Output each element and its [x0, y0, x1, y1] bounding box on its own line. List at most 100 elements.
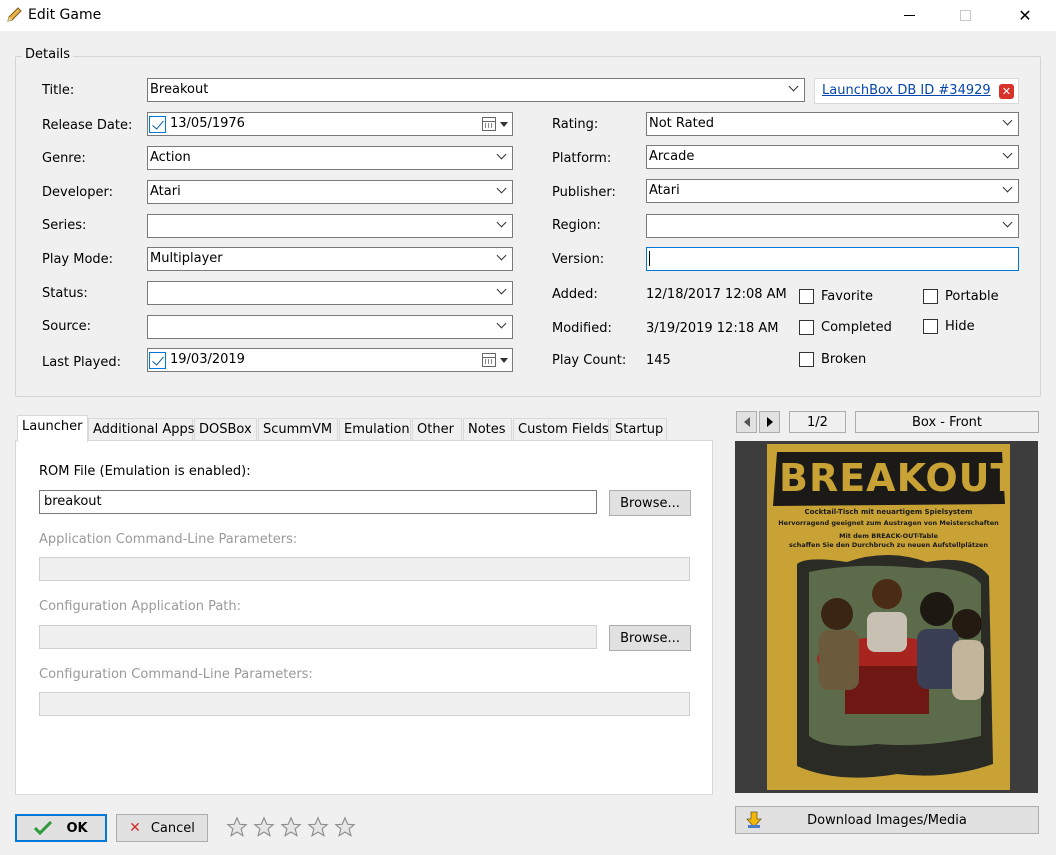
platform-combo[interactable]: Arcade: [646, 145, 1019, 169]
chevron-down-icon[interactable]: [498, 185, 506, 193]
rom-file-value: breakout: [44, 494, 102, 509]
completed-label: Completed: [821, 320, 892, 335]
window-title: Edit Game: [28, 7, 102, 23]
star-icon[interactable]: [307, 816, 329, 838]
chevron-down-icon[interactable]: [1004, 184, 1012, 192]
last-played-checkbox[interactable]: [149, 352, 166, 369]
added-label: Added:: [552, 287, 598, 302]
status-combo[interactable]: [147, 281, 513, 305]
tab-startup[interactable]: Startup: [610, 418, 667, 441]
tab-dosbox[interactable]: DOSBox: [194, 418, 257, 441]
favorite-checkbox[interactable]: [799, 289, 814, 304]
launchbox-db-link[interactable]: LaunchBox DB ID #34929: [822, 83, 991, 98]
series-combo[interactable]: [147, 214, 513, 238]
close-icon: ✕: [1018, 6, 1032, 25]
next-image-button[interactable]: [759, 411, 780, 433]
previous-image-button[interactable]: [736, 411, 757, 433]
chevron-down-icon[interactable]: [790, 83, 798, 91]
release-date-checkbox[interactable]: [149, 116, 166, 133]
developer-value: Atari: [150, 184, 181, 199]
config-cmdline-label: Configuration Command-Line Parameters:: [39, 667, 313, 682]
cancel-button[interactable]: ✕ Cancel: [116, 814, 208, 842]
rating-combo[interactable]: Not Rated: [646, 112, 1019, 136]
tab-launcher[interactable]: Launcher: [17, 415, 88, 442]
play-mode-combo[interactable]: Multiplayer: [147, 247, 513, 271]
genre-value: Action: [150, 150, 191, 165]
release-date-picker[interactable]: 13/05/1976: [147, 112, 513, 136]
star-icon[interactable]: [253, 816, 275, 838]
poster-line-4: schaffen Sie den Durchbruch zu neuen Auf…: [789, 541, 988, 549]
tab-emulation[interactable]: Emulation: [339, 418, 411, 441]
last-played-picker[interactable]: 19/03/2019: [147, 348, 513, 372]
dropdown-arrow-icon[interactable]: [500, 358, 508, 363]
title-combo[interactable]: Breakout: [147, 78, 805, 102]
platform-label: Platform:: [552, 151, 612, 166]
tab-other[interactable]: Other: [412, 418, 462, 441]
series-label: Series:: [42, 218, 87, 233]
chevron-down-icon[interactable]: [498, 252, 506, 260]
play-count-label: Play Count:: [552, 353, 627, 368]
broken-label: Broken: [821, 352, 867, 367]
play-mode-value: Multiplayer: [150, 251, 223, 266]
checkmark-icon: [34, 821, 53, 835]
tab-custom-fields[interactable]: Custom Fields: [513, 418, 609, 441]
star-icon[interactable]: [334, 816, 356, 838]
cancel-x-icon: ✕: [129, 820, 141, 836]
ok-label: OK: [66, 820, 88, 836]
poster-line-2: Hervorragend geeignet zum Austragen von …: [778, 519, 999, 527]
calendar-icon[interactable]: [482, 117, 496, 131]
maximize-button[interactable]: [942, 0, 988, 31]
title-value: Breakout: [150, 82, 209, 97]
minimize-button[interactable]: [886, 0, 932, 31]
download-label: Download Images/Media: [807, 812, 967, 828]
calendar-icon[interactable]: [482, 353, 496, 367]
chevron-down-icon[interactable]: [498, 219, 506, 227]
config-cmdline-input[interactable]: [39, 692, 690, 716]
region-combo[interactable]: [646, 214, 1019, 238]
developer-combo[interactable]: Atari: [147, 180, 513, 204]
text-cursor: [649, 251, 650, 266]
portable-checkbox[interactable]: [923, 289, 938, 304]
chevron-down-icon[interactable]: [1004, 219, 1012, 227]
poster-line-3: Mit dem BREACK-OUT-Table: [839, 532, 938, 540]
publisher-label: Publisher:: [552, 185, 616, 200]
region-label: Region:: [552, 218, 601, 233]
genre-combo[interactable]: Action: [147, 146, 513, 170]
publisher-combo[interactable]: Atari: [646, 179, 1019, 203]
dropdown-arrow-icon[interactable]: [500, 122, 508, 127]
details-legend: Details: [22, 47, 74, 62]
star-icon[interactable]: [226, 816, 248, 838]
rom-file-input[interactable]: breakout: [39, 490, 597, 514]
tab-additional-apps[interactable]: Additional Apps: [88, 418, 195, 441]
maximize-icon: [959, 10, 971, 21]
star-icon[interactable]: [280, 816, 302, 838]
tab-notes[interactable]: Notes: [463, 418, 512, 441]
last-played-label: Last Played:: [42, 355, 121, 370]
tab-scummvm[interactable]: ScummVM: [258, 418, 338, 441]
browse-config-button[interactable]: Browse...: [609, 625, 691, 651]
remove-link-icon[interactable]: ✕: [999, 84, 1014, 99]
cancel-label: Cancel: [150, 820, 195, 836]
browse-rom-button[interactable]: Browse...: [609, 490, 691, 516]
chevron-down-icon[interactable]: [1004, 150, 1012, 158]
cmdline-input[interactable]: [39, 557, 690, 581]
genre-label: Genre:: [42, 151, 86, 166]
source-combo[interactable]: [147, 315, 513, 339]
release-date-value: 13/05/1976: [170, 116, 245, 131]
rom-file-label: ROM File (Emulation is enabled):: [39, 464, 251, 479]
broken-checkbox[interactable]: [799, 352, 814, 367]
poster-line-1: Cocktail-Tisch mit neuartigem Spielsyste…: [804, 508, 973, 516]
hide-checkbox[interactable]: [923, 319, 938, 334]
download-media-button[interactable]: Download Images/Media: [735, 806, 1039, 834]
chevron-down-icon[interactable]: [498, 286, 506, 294]
config-path-input[interactable]: [39, 625, 597, 649]
chevron-down-icon[interactable]: [498, 320, 506, 328]
close-button[interactable]: ✕: [1002, 0, 1048, 31]
chevron-down-icon[interactable]: [1004, 117, 1012, 125]
version-input[interactable]: [646, 247, 1019, 271]
completed-checkbox[interactable]: [799, 320, 814, 335]
status-label: Status:: [42, 286, 88, 301]
poster-logo: BREAKOUT: [779, 456, 1010, 500]
ok-button[interactable]: OK: [15, 814, 107, 842]
chevron-down-icon[interactable]: [498, 151, 506, 159]
